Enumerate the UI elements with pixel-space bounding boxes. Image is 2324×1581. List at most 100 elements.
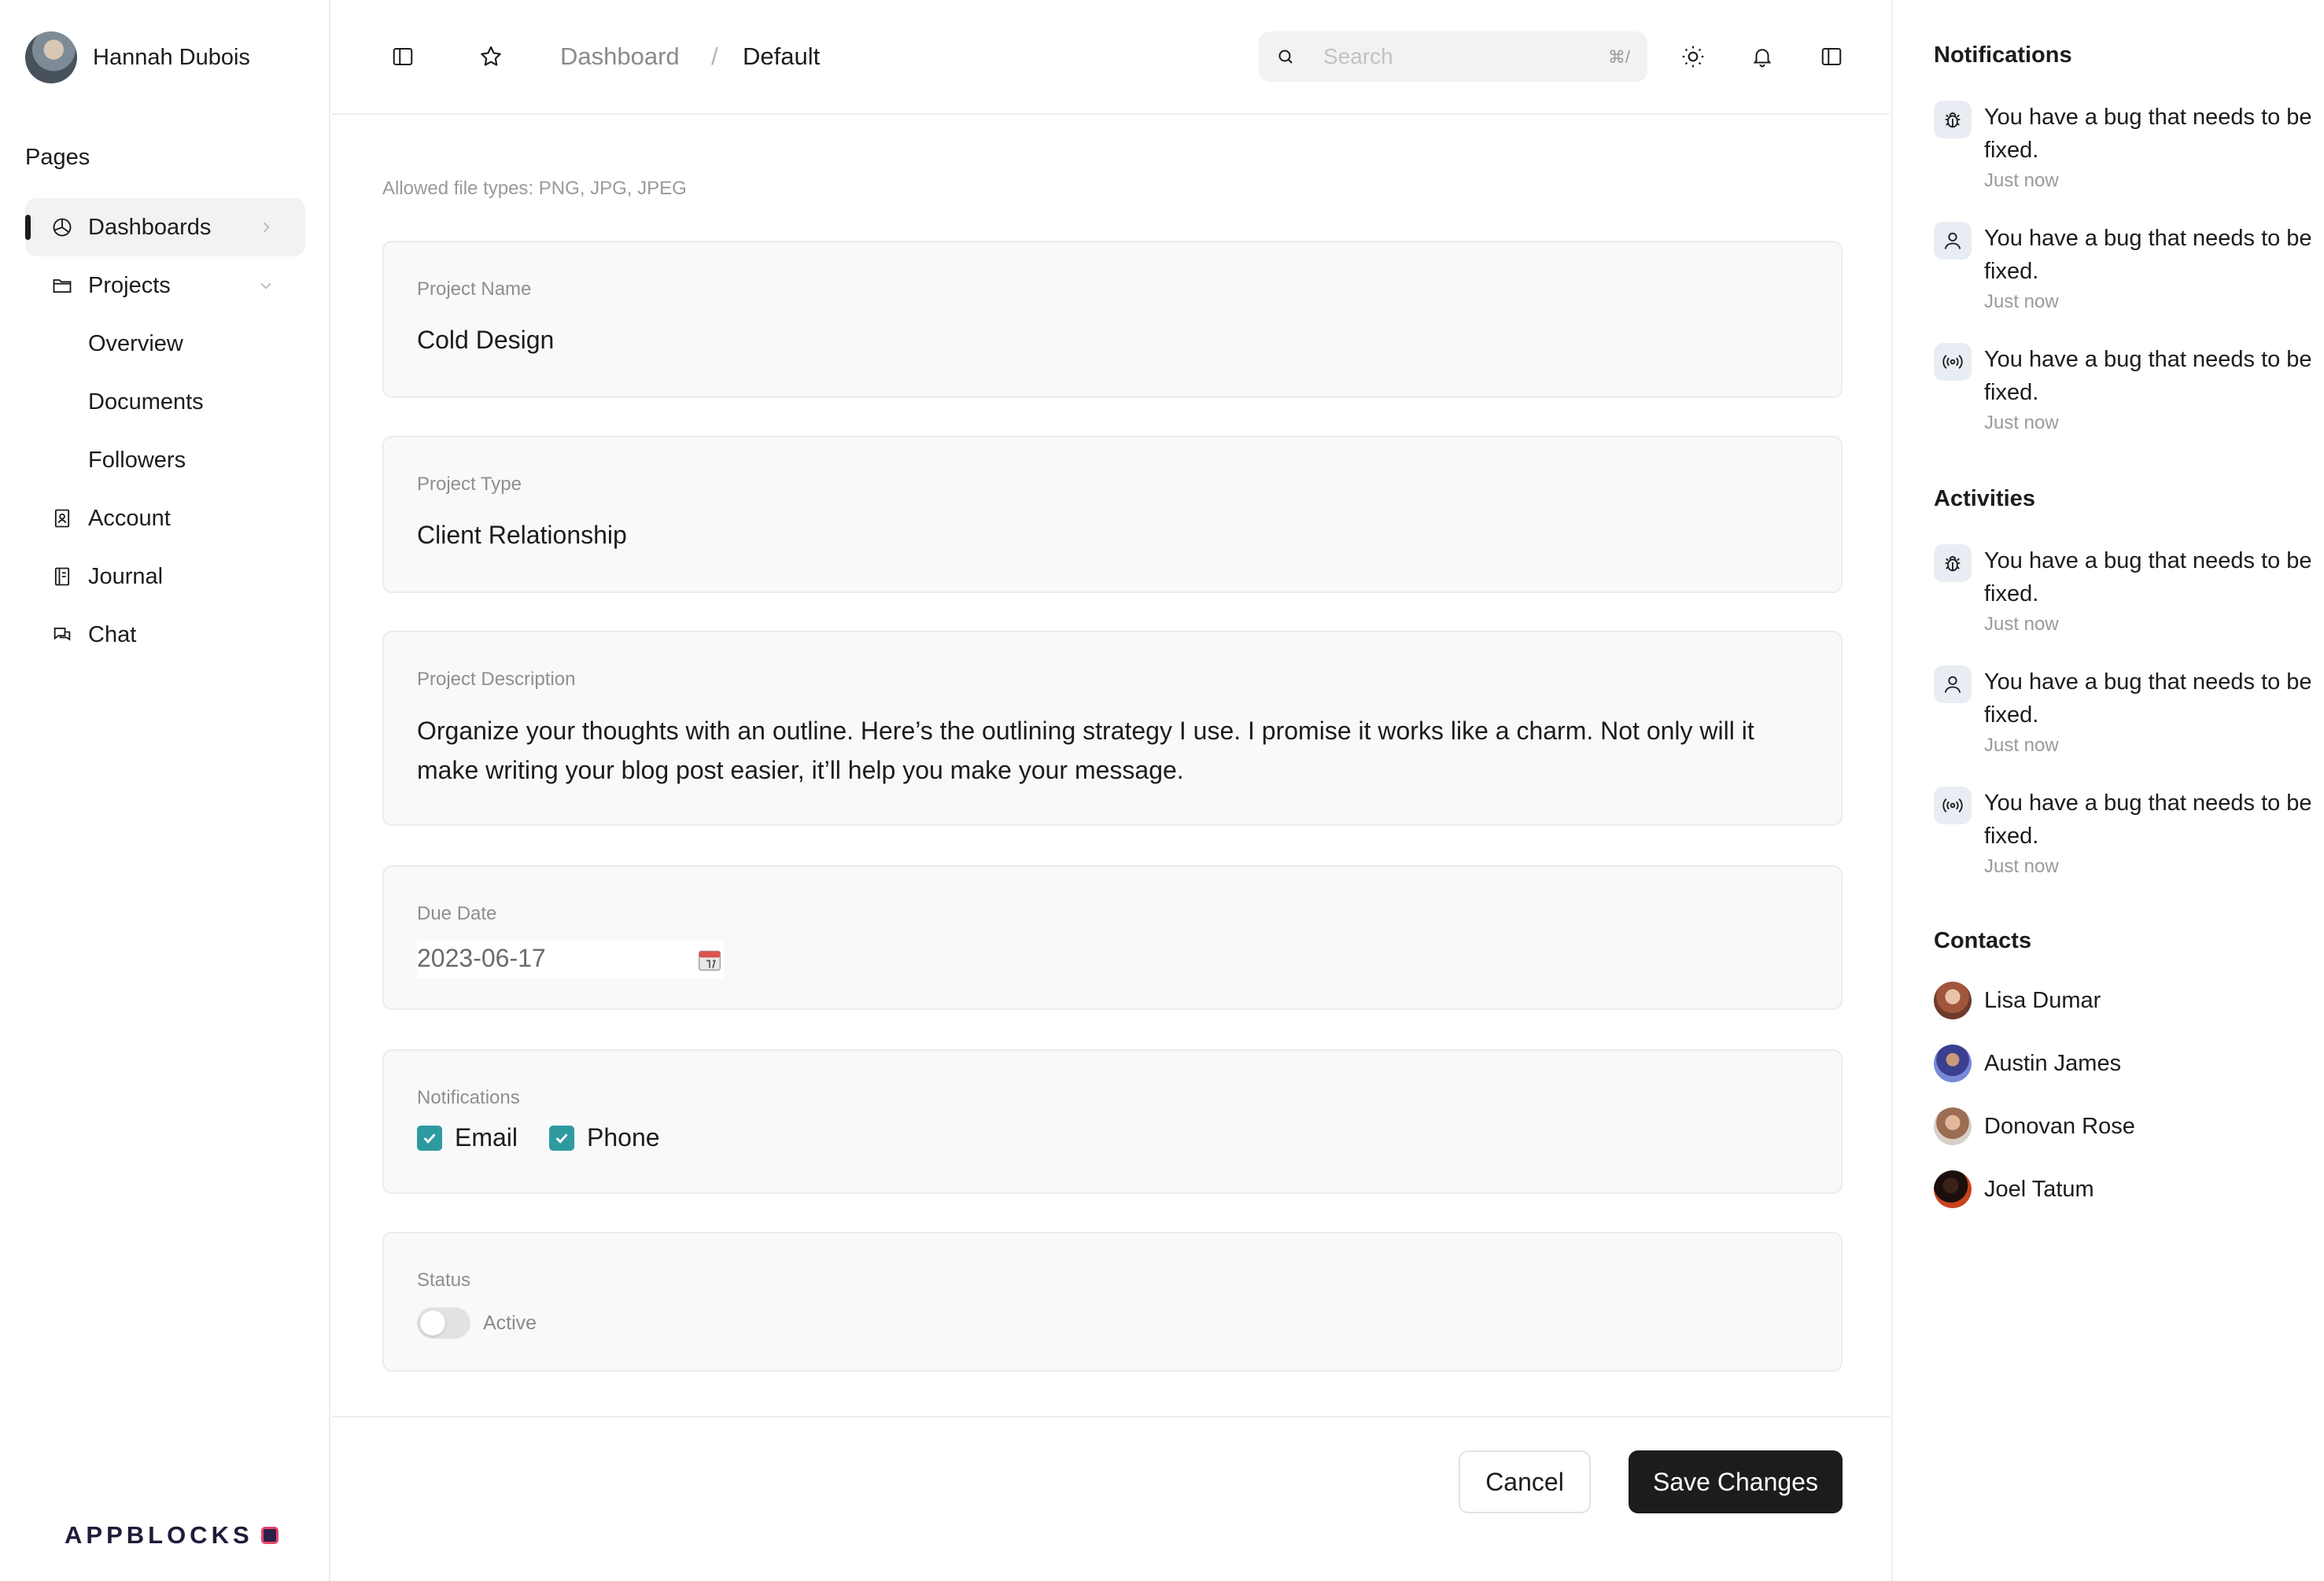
contact-card-icon xyxy=(50,507,74,530)
user-profile[interactable]: Hannah Dubois xyxy=(25,30,250,85)
sidebar-item-label: Documents xyxy=(88,389,204,415)
save-changes-button[interactable]: Save Changes xyxy=(1629,1450,1843,1513)
project-type-value[interactable]: Client Relationship xyxy=(417,521,627,550)
notification-options: Email Phone xyxy=(417,1123,692,1152)
cancel-button[interactable]: Cancel xyxy=(1459,1450,1591,1513)
project-name-value[interactable]: Cold Design xyxy=(417,326,554,355)
sidebar: Hannah Dubois Pages Dashboards Projects … xyxy=(0,0,330,1581)
sidebar-item-journal[interactable]: Journal xyxy=(25,547,305,606)
contact-name: Joel Tatum xyxy=(1984,1176,2094,1202)
sidebar-item-label: Followers xyxy=(88,447,186,473)
sidebar-item-label: Chat xyxy=(88,621,137,647)
avatar xyxy=(1934,1045,1972,1082)
status-toggle[interactable] xyxy=(417,1307,470,1339)
broadcast-icon xyxy=(1934,343,1972,381)
sidebar-item-label: Overview xyxy=(88,330,183,356)
due-date-input[interactable]: 2023-06-17 xyxy=(417,941,724,978)
sidebar-item-label: Projects xyxy=(88,272,171,298)
sidebar-item-dashboards[interactable]: Dashboards xyxy=(25,198,305,256)
phone-checkbox[interactable] xyxy=(549,1125,575,1151)
email-checkbox[interactable] xyxy=(417,1125,442,1151)
folder-icon xyxy=(50,274,74,297)
search-icon xyxy=(1276,47,1295,66)
pages-section-label: Pages xyxy=(25,145,90,170)
notification-time: Just now xyxy=(1984,291,2059,312)
notifications-title: Notifications xyxy=(1934,42,2072,68)
sidebar-item-label: Journal xyxy=(88,563,164,589)
sun-icon[interactable] xyxy=(1677,41,1709,72)
sidebar-item-chat[interactable]: Chat xyxy=(25,606,305,664)
sidebar-toggle-icon[interactable] xyxy=(387,41,419,72)
contact-item[interactable]: Austin James xyxy=(1934,1045,2121,1082)
contact-item[interactable]: Donovan Rose xyxy=(1934,1107,2135,1145)
bug-icon xyxy=(1934,544,1972,582)
sidebar-nav: Dashboards Projects Overview Documents F… xyxy=(25,198,305,664)
search-input[interactable] xyxy=(1323,31,1591,82)
user-name: Hannah Dubois xyxy=(93,44,250,70)
contact-name: Donovan Rose xyxy=(1984,1113,2135,1139)
right-panel: Notifications You have a bug that needs … xyxy=(1891,0,2324,1581)
email-option[interactable]: Email xyxy=(417,1123,518,1152)
project-name-field[interactable]: Project Name Cold Design xyxy=(382,241,1843,398)
broadcast-icon xyxy=(1934,787,1972,824)
activity-text: You have a bug that needs to be fixed. xyxy=(1984,790,2312,849)
status-toggle-row: Active xyxy=(417,1307,537,1339)
contact-item[interactable]: Joel Tatum xyxy=(1934,1170,2094,1208)
sidebar-item-documents[interactable]: Documents xyxy=(25,373,305,431)
sidebar-item-account[interactable]: Account xyxy=(25,489,305,547)
field-label: Notifications xyxy=(417,1087,520,1108)
search-shortcut: ⌘/ xyxy=(1607,47,1630,67)
notification-text: You have a bug that needs to be fixed. xyxy=(1984,226,2312,284)
chevron-right-icon xyxy=(256,218,275,237)
contact-item[interactable]: Lisa Dumar xyxy=(1934,982,2101,1019)
due-date-field: Due Date 2023-06-17 xyxy=(382,865,1843,1010)
contact-name: Lisa Dumar xyxy=(1984,987,2101,1013)
field-label: Project Description xyxy=(417,669,576,690)
star-icon[interactable] xyxy=(475,41,507,72)
bug-icon xyxy=(1934,101,1972,138)
field-label: Status xyxy=(417,1270,471,1291)
footer-divider xyxy=(332,1416,1890,1417)
field-label: Project Name xyxy=(417,278,532,300)
avatar xyxy=(1934,1170,1972,1208)
activity-time: Just now xyxy=(1984,856,2059,877)
notebook-icon xyxy=(50,565,74,588)
calendar-icon[interactable] xyxy=(697,947,722,972)
activity-text: You have a bug that needs to be fixed. xyxy=(1984,669,2312,728)
check-icon xyxy=(555,1133,568,1144)
sidebar-item-projects[interactable]: Projects xyxy=(25,256,305,315)
project-description-value[interactable]: Organize your thoughts with an outline. … xyxy=(417,711,1802,790)
status-field: Status Active xyxy=(382,1232,1843,1372)
avatar xyxy=(25,31,77,83)
activities-title: Activities xyxy=(1934,486,2035,511)
avatar xyxy=(1934,1107,1972,1145)
project-description-field[interactable]: Project Description Organize your though… xyxy=(382,631,1843,826)
field-label: Due Date xyxy=(417,903,497,924)
avatar xyxy=(1934,982,1972,1019)
toggle-label: Active xyxy=(483,1311,537,1334)
chevron-down-icon xyxy=(256,276,275,295)
brand-mark-icon xyxy=(260,1527,279,1544)
checkbox-label: Email xyxy=(455,1123,518,1152)
brand-name: APPBLOCKS xyxy=(65,1521,253,1549)
notification-text: You have a bug that needs to be fixed. xyxy=(1984,347,2312,405)
toggle-knob xyxy=(420,1310,445,1336)
sidebar-item-followers[interactable]: Followers xyxy=(25,431,305,489)
sidebar-item-overview[interactable]: Overview xyxy=(25,315,305,373)
bell-icon[interactable] xyxy=(1747,41,1778,72)
notifications-field: Notifications Email Phone xyxy=(382,1049,1843,1194)
brand-logo: APPBLOCKS xyxy=(65,1521,279,1550)
user-icon xyxy=(1934,222,1972,260)
project-type-field[interactable]: Project Type Client Relationship xyxy=(382,436,1843,593)
checkbox-label: Phone xyxy=(587,1123,660,1152)
sidebar-item-label: Dashboards xyxy=(88,214,212,240)
panel-toggle-icon[interactable] xyxy=(1816,41,1847,72)
notification-time: Just now xyxy=(1984,170,2059,191)
phone-option[interactable]: Phone xyxy=(549,1123,660,1152)
search-box[interactable]: ⌘/ xyxy=(1259,31,1647,82)
contacts-title: Contacts xyxy=(1934,928,2032,953)
chat-icon xyxy=(50,623,74,647)
breadcrumb-parent[interactable]: Dashboard xyxy=(560,41,680,72)
notification-text: You have a bug that needs to be fixed. xyxy=(1984,105,2312,163)
due-date-value: 2023-06-17 xyxy=(417,944,546,972)
